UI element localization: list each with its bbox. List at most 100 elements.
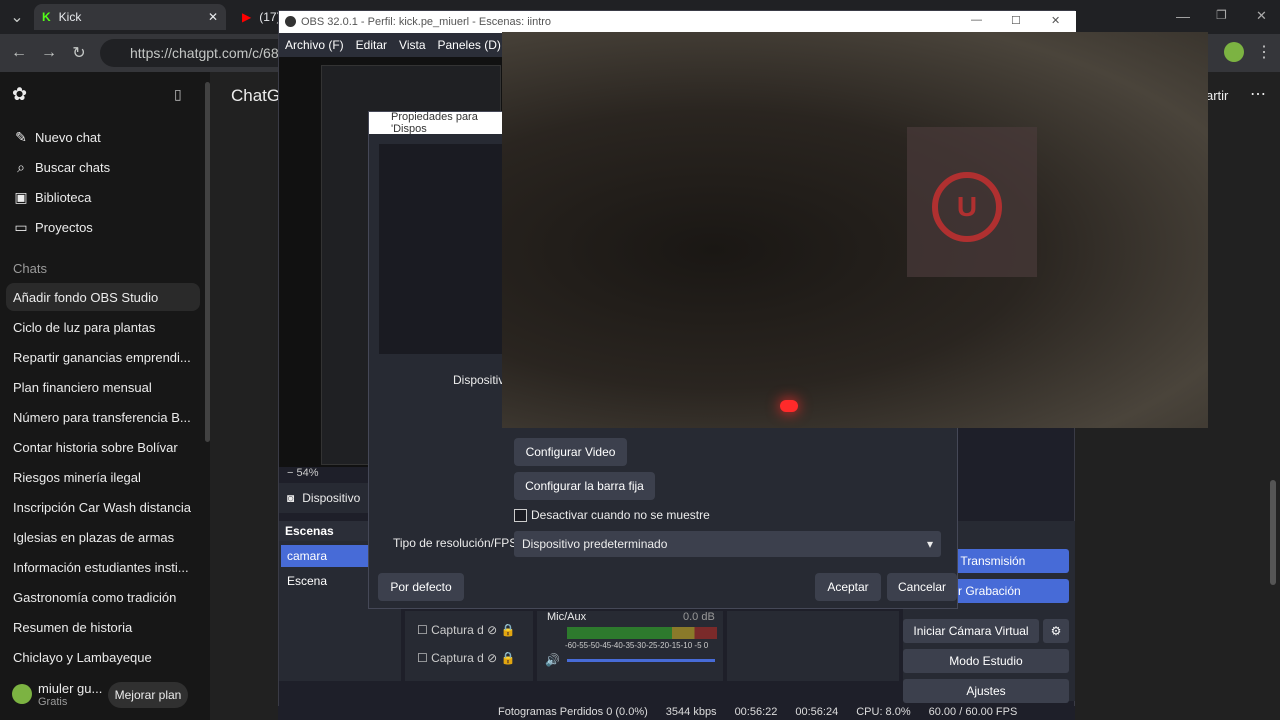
kick-icon: K [42, 10, 51, 24]
edit-icon: ✎ [15, 128, 27, 145]
search-icon: ⌕ [17, 158, 25, 175]
user-name: miuler gu... [38, 681, 103, 696]
studio-mode-button[interactable]: Modo Estudio [903, 649, 1069, 673]
chevron-down-icon: ▾ [926, 537, 933, 551]
resolution-select[interactable]: Dispositivo predeterminado ▾ [514, 531, 941, 557]
chat-list-item[interactable]: Riesgos minería ilegal [6, 463, 200, 491]
chats-heading: Chats [13, 261, 47, 276]
cancel-button[interactable]: Cancelar [887, 573, 957, 601]
menu-vista[interactable]: Vista [399, 38, 425, 52]
meter-scale: -60-55-50-45-40-35-30-25-20-15-10 -5 0 [565, 641, 709, 650]
minimize-icon[interactable]: — [1176, 8, 1190, 24]
mixer-db: 0.0 dB [683, 611, 715, 623]
deactivate-checkbox[interactable] [514, 509, 527, 522]
dialog-title: Propiedades para 'Dispos [391, 111, 478, 135]
obs-status-bar: Fotogramas Perdidos 0 (0.0%) 3544 kbps 0… [278, 706, 1075, 720]
camera-preview: U [502, 32, 1208, 428]
user-plan: Gratis [38, 696, 68, 708]
dialog-preview [379, 144, 503, 354]
scene-item[interactable]: camara [281, 545, 369, 567]
maximize-icon[interactable]: ☐ [1011, 14, 1021, 27]
minimize-icon[interactable]: — [971, 14, 982, 26]
menu-icon[interactable]: ⋮ [1256, 42, 1272, 62]
chat-list-item[interactable]: Chiclayo y Lambayeque [6, 643, 200, 671]
speaker-icon[interactable]: 🔊 [545, 653, 560, 667]
audio-mixer-dock: Mic/Aux 0.0 dB -60-55-50-45-40-35-30-25-… [537, 611, 723, 681]
sidebar-item-library[interactable]: ▣ Biblioteca [6, 183, 200, 211]
dropped-frames: Fotogramas Perdidos 0 (0.0%) [498, 706, 648, 718]
chat-list-item[interactable]: Inscripción Car Wash distancia [6, 493, 200, 521]
scenes-header: Escenas [279, 521, 369, 541]
openai-logo-icon[interactable]: ✿ [12, 84, 27, 105]
transitions-dock [727, 611, 899, 681]
chatgpt-sidebar: ✿ ▯ ✎ Nuevo chat ⌕ Buscar chats ▣ Bibliotec… [0, 72, 210, 720]
rec-time: 00:56:24 [795, 706, 839, 718]
sidebar-toggle-icon[interactable]: ▯ [174, 86, 182, 103]
sources-dock: ☐ Captura d ⊘ 🔒 ☐ Captura d ⊘ 🔒 [405, 611, 533, 681]
red-light [780, 400, 798, 412]
tab-label: Kick [58, 10, 82, 24]
chat-list-item[interactable]: Repartir ganancias emprendi... [6, 343, 200, 371]
menu-paneles[interactable]: Paneles (D) [438, 38, 501, 52]
configure-crossbar-button[interactable]: Configurar la barra fija [514, 472, 655, 500]
sidebar-scrollbar[interactable] [205, 82, 210, 442]
resolution-value: Dispositivo predeterminado [522, 537, 668, 551]
source-item[interactable]: ☐ Captura d ⊘ 🔒 [417, 651, 515, 665]
tab-kick[interactable]: K Kick ✕ [34, 4, 226, 30]
tab-youtube[interactable]: ▶ (17) [234, 4, 281, 30]
chat-list-item[interactable]: Información estudiantes insti... [6, 553, 200, 581]
restore-icon[interactable]: ❐ [1216, 8, 1227, 22]
settings-button[interactable]: Ajustes [903, 679, 1069, 703]
scene-item[interactable]: Escena [281, 570, 369, 592]
sidebar-item-search[interactable]: ⌕ Buscar chats [6, 153, 200, 181]
share-button[interactable]: artir [1206, 88, 1228, 103]
defaults-button[interactable]: Por defecto [378, 573, 464, 601]
virtual-camera-button[interactable]: Iniciar Cámara Virtual [903, 619, 1039, 643]
menu-editar[interactable]: Editar [356, 38, 387, 52]
obs-title-bar: OBS 32.0.1 - Perfil: kick.pe_miuerl - Es… [279, 11, 1076, 33]
chat-list-item[interactable]: Gastronomía como tradición [6, 583, 200, 611]
folder-icon: ▭ [14, 218, 28, 235]
forward-icon[interactable]: → [38, 42, 60, 64]
camera-icon: ◙ [287, 491, 295, 505]
profile-avatar[interactable] [1224, 42, 1244, 62]
volume-slider[interactable] [567, 659, 715, 662]
obs-title: OBS 32.0.1 - Perfil: kick.pe_miuerl - Es… [301, 16, 552, 28]
close-icon[interactable]: ✕ [208, 10, 218, 24]
close-window-icon[interactable]: ✕ [1256, 8, 1267, 24]
resolution-label: Tipo de resolución/FPS [393, 536, 518, 550]
sidebar-item-new-chat[interactable]: ✎ Nuevo chat [6, 123, 200, 151]
chat-list-item[interactable]: Número para transferencia B... [6, 403, 200, 431]
back-icon[interactable]: ← [8, 42, 30, 64]
zoom-level: 54% [296, 467, 319, 479]
page-scrollbar[interactable] [1270, 480, 1276, 585]
dialog-title-bar: Propiedades para 'Dispos [369, 111, 503, 135]
more-options-icon[interactable]: ⋯ [1250, 84, 1266, 104]
source-name: Dispositivo [302, 491, 361, 505]
mixer-channel-label: Mic/Aux [547, 611, 587, 623]
user-avatar[interactable] [12, 684, 32, 704]
accept-button[interactable]: Aceptar [815, 573, 881, 601]
cpu-usage: CPU: 8.0% [856, 706, 911, 718]
u-logo: U [932, 172, 1002, 242]
fps: 60.00 / 60.00 FPS [928, 706, 1018, 718]
close-icon[interactable]: ✕ [1051, 14, 1060, 27]
reload-icon[interactable]: ↻ [68, 42, 90, 64]
chat-list-item[interactable]: Plan financiero mensual [6, 373, 200, 401]
upgrade-plan-button[interactable]: Mejorar plan [108, 682, 188, 708]
chat-list-item[interactable]: Añadir fondo OBS Studio [6, 283, 200, 311]
tab-list-icon[interactable]: ⌄ [6, 6, 28, 28]
chat-list-item[interactable]: Resumen de historia [6, 613, 200, 641]
configure-video-button[interactable]: Configurar Video [514, 438, 627, 466]
source-item[interactable]: ☐ Captura d ⊘ 🔒 [417, 623, 515, 637]
volume-meter [567, 627, 717, 639]
chat-list-item[interactable]: Iglesias en plazas de armas [6, 523, 200, 551]
obs-logo-icon [285, 16, 296, 27]
chat-list-item[interactable]: Contar historia sobre Bolívar [6, 433, 200, 461]
stream-time: 00:56:22 [734, 706, 778, 718]
sidebar-item-projects[interactable]: ▭ Proyectos [6, 213, 200, 241]
chat-list-item[interactable]: Ciclo de luz para plantas [6, 313, 200, 341]
menu-archivo[interactable]: Archivo (F) [285, 38, 344, 52]
youtube-icon: ▶ [242, 10, 252, 24]
gear-icon[interactable]: ⚙ [1043, 619, 1069, 643]
